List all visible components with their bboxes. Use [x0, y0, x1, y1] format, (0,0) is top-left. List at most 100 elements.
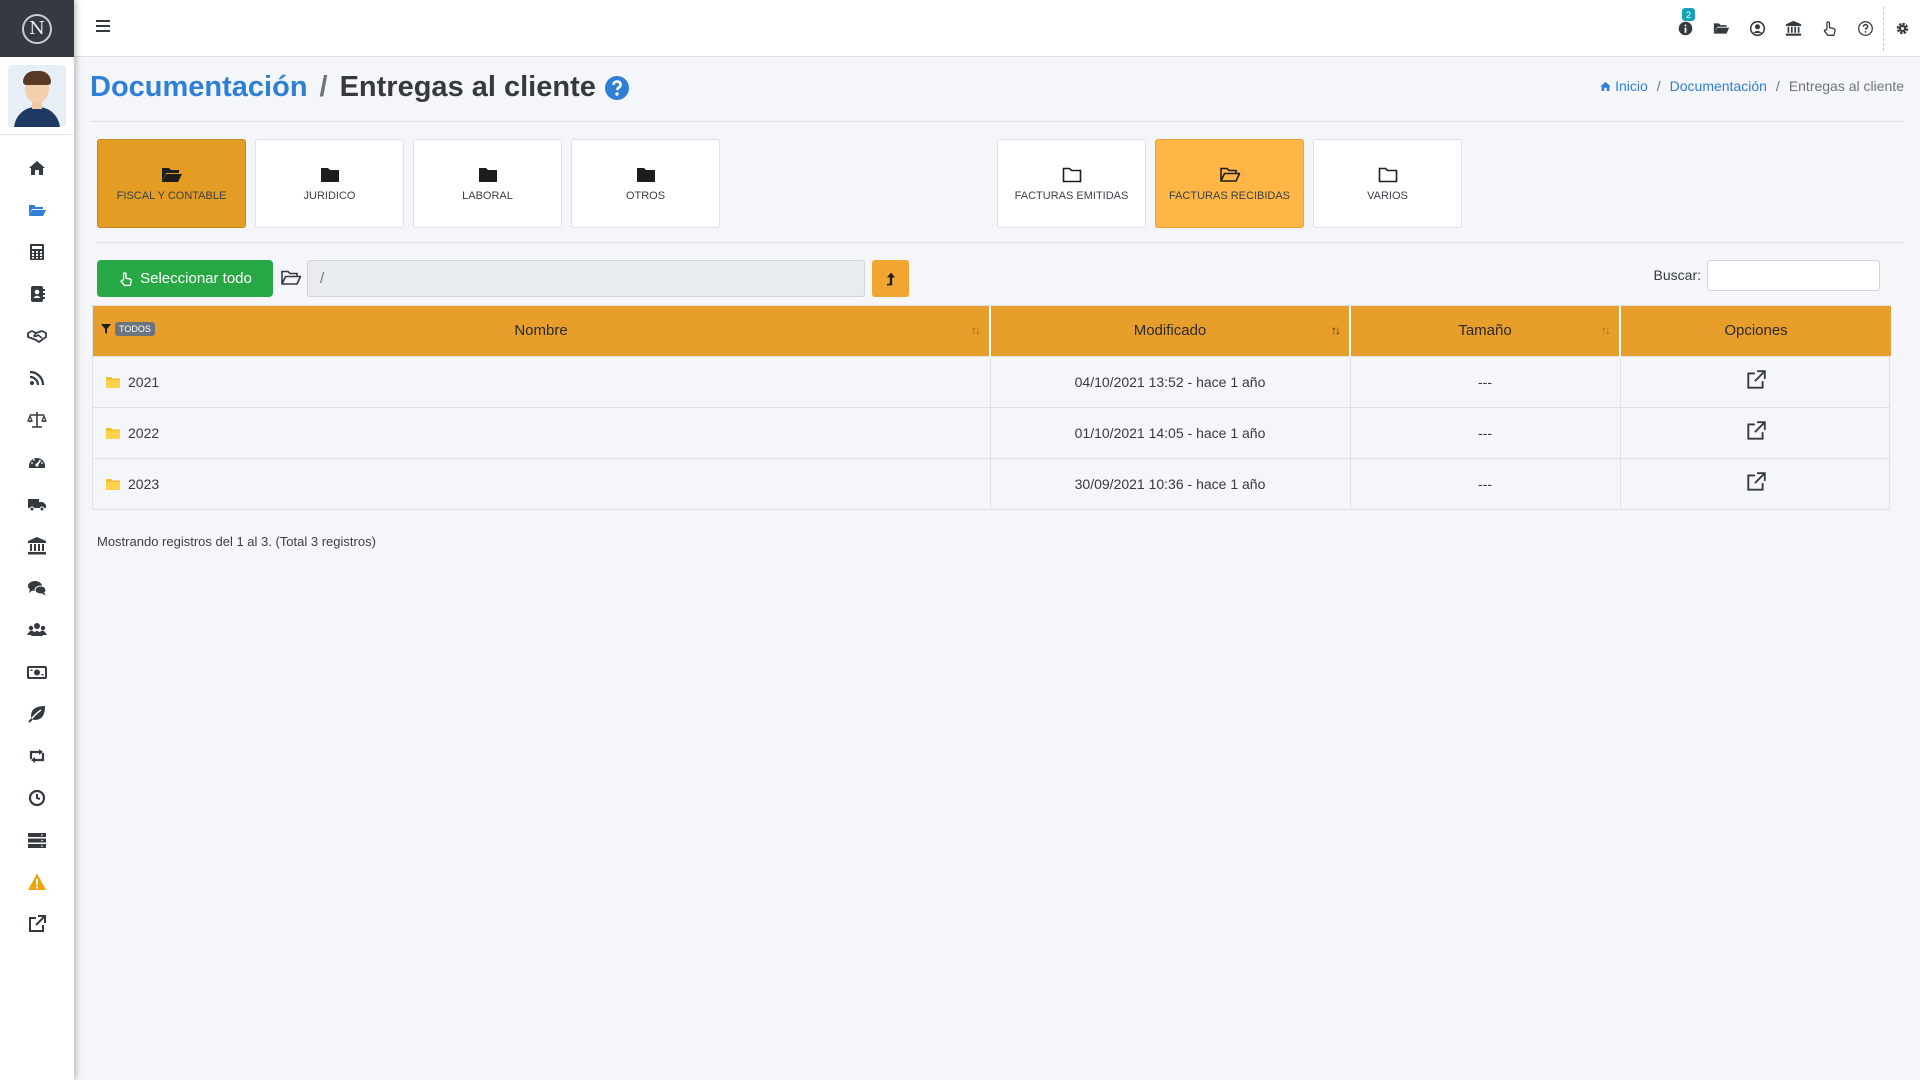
folder-name[interactable]: 2023	[128, 476, 159, 492]
notifications-button[interactable]: 2	[1667, 0, 1703, 57]
sort-icon[interactable]: ↑↓	[971, 323, 981, 337]
tile-laboral[interactable]: LABORAL	[413, 139, 562, 228]
external-link-icon[interactable]	[1745, 369, 1767, 391]
breadcrumb-documentation[interactable]: Documentación	[1670, 78, 1767, 94]
breadcrumb-home-label: Inicio	[1615, 78, 1648, 94]
tile-label: LABORAL	[462, 189, 513, 202]
folder-name[interactable]: 2022	[128, 425, 159, 441]
top-navbar: 2	[74, 0, 1920, 57]
column-label: Modificado	[1133, 322, 1207, 340]
sidebar-item-history[interactable]	[0, 777, 74, 819]
sort-icon[interactable]: ↑↓	[1331, 323, 1341, 337]
column-header-size[interactable]: Tamaño ↑↓	[1350, 306, 1621, 356]
search-label: Buscar:	[1653, 267, 1701, 283]
retweet-icon	[29, 749, 45, 763]
folder-icon	[320, 167, 339, 182]
sidebar-item-agreements[interactable]	[0, 315, 74, 357]
tile-label: FACTURAS EMITIDAS	[1014, 189, 1129, 202]
external-link-icon[interactable]	[1745, 471, 1767, 493]
cell-size: ---	[1350, 355, 1621, 407]
sidebar-item-environment[interactable]	[0, 693, 74, 735]
cell-name[interactable]: 2022	[93, 406, 991, 458]
cell-name[interactable]: 2023	[93, 457, 991, 509]
filter-icon	[101, 324, 111, 334]
profile-button[interactable]	[1739, 0, 1775, 57]
sidebar-item-sync[interactable]	[0, 735, 74, 777]
parent-folder-button[interactable]	[872, 260, 909, 297]
folder-icon	[106, 478, 120, 490]
sidebar-item-servers[interactable]	[0, 819, 74, 861]
cell-modified: 30/09/2021 10:36 - hace 1 año	[990, 457, 1351, 509]
sidebar-item-calculator[interactable]	[0, 231, 74, 273]
search-input[interactable]	[1707, 260, 1880, 291]
sidebar-item-documents[interactable]	[0, 189, 74, 231]
hamburger-menu-icon[interactable]	[96, 20, 110, 34]
tile-label: FACTURAS RECIBIDAS	[1168, 189, 1291, 202]
select-all-label: Seleccionar todo	[140, 270, 252, 287]
tile-otros[interactable]: OTROS	[571, 139, 720, 228]
avatar[interactable]	[8, 64, 66, 127]
server-icon	[28, 833, 46, 848]
level-up-icon	[886, 272, 895, 285]
question-circle-icon	[1857, 21, 1873, 36]
brand-area[interactable]: N	[0, 0, 74, 57]
breadcrumb-current: Entregas al cliente	[1788, 78, 1904, 94]
table-row[interactable]: 2023 30/09/2021 10:36 - hace 1 año ---	[93, 457, 1891, 509]
select-mode-button[interactable]	[1811, 0, 1847, 57]
sort-icon[interactable]: ↑↓	[1601, 323, 1611, 337]
breadcrumb: Inicio / Documentación / Entregas al cli…	[1599, 78, 1904, 94]
cell-options	[1620, 457, 1891, 509]
select-all-button[interactable]: Seleccionar todo	[97, 260, 273, 297]
cell-name[interactable]: 2021	[93, 355, 991, 407]
brand-logo[interactable]: N	[22, 13, 52, 44]
folder-icon	[478, 167, 497, 182]
filter-dropdown[interactable]: TODOS	[101, 322, 155, 336]
column-header-name[interactable]: TODOS Nombre ↑↓	[93, 306, 991, 356]
sidebar-item-feed[interactable]	[0, 357, 74, 399]
documents-button[interactable]	[1703, 0, 1739, 57]
tiles-divider	[96, 242, 1904, 243]
info-icon	[1678, 21, 1692, 36]
sidebar-item-alerts[interactable]	[0, 861, 74, 903]
external-link-icon[interactable]	[1745, 420, 1767, 442]
tile-label: OTROS	[625, 189, 666, 202]
column-header-options: Opciones	[1620, 306, 1891, 356]
folder-open-outline-icon	[281, 270, 302, 285]
bank-button[interactable]	[1775, 0, 1811, 57]
external-link-icon	[29, 915, 46, 932]
table-row[interactable]: 2022 01/10/2021 14:05 - hace 1 año ---	[93, 406, 1891, 458]
sidebar-item-contacts[interactable]	[0, 273, 74, 315]
help-button[interactable]	[1847, 0, 1883, 57]
sidebar-item-home[interactable]	[0, 147, 74, 189]
files-table: TODOS Nombre ↑↓ Modificado ↑↓ Tamaño ↑↓	[92, 305, 1891, 510]
question-circle-icon[interactable]	[604, 75, 630, 101]
folder-open-icon	[161, 167, 182, 182]
breadcrumb-separator: /	[1775, 78, 1780, 94]
sidebar-item-users[interactable]	[0, 609, 74, 651]
breadcrumb-home[interactable]: Inicio	[1599, 78, 1648, 94]
folder-name[interactable]: 2021	[128, 374, 159, 390]
tile-label: JURIDICO	[303, 189, 356, 202]
sidebar-item-bank[interactable]	[0, 525, 74, 567]
title-current: Entregas al cliente	[339, 71, 596, 103]
bank-icon	[28, 537, 46, 555]
column-header-modified[interactable]: Modificado ↑↓	[990, 306, 1351, 356]
tile-varios[interactable]: VARIOS	[1313, 139, 1462, 228]
sidebar-item-messages[interactable]	[0, 567, 74, 609]
sidebar-item-finance[interactable]	[0, 651, 74, 693]
current-path-field[interactable]	[307, 260, 865, 297]
sidebar-item-dashboard[interactable]	[0, 441, 74, 483]
sidebar-item-external[interactable]	[0, 903, 74, 945]
tile-facturas-recibidas[interactable]: FACTURAS RECIBIDAS	[1155, 139, 1304, 228]
tile-facturas-emitidas[interactable]: FACTURAS EMITIDAS	[997, 139, 1146, 228]
sidebar-item-shipping[interactable]	[0, 483, 74, 525]
filter-badge: TODOS	[115, 322, 155, 336]
tile-juridico[interactable]: JURIDICO	[255, 139, 404, 228]
handshake-icon	[27, 330, 47, 343]
tile-fiscal-contable[interactable]: FISCAL Y CONTABLE	[97, 139, 246, 228]
folder-icon	[106, 376, 120, 388]
sidebar-item-legal[interactable]	[0, 399, 74, 441]
settings-button[interactable]	[1884, 0, 1920, 57]
title-link-documentation[interactable]: Documentación	[90, 71, 308, 104]
table-row[interactable]: 2021 04/10/2021 13:52 - hace 1 año ---	[93, 355, 1891, 407]
